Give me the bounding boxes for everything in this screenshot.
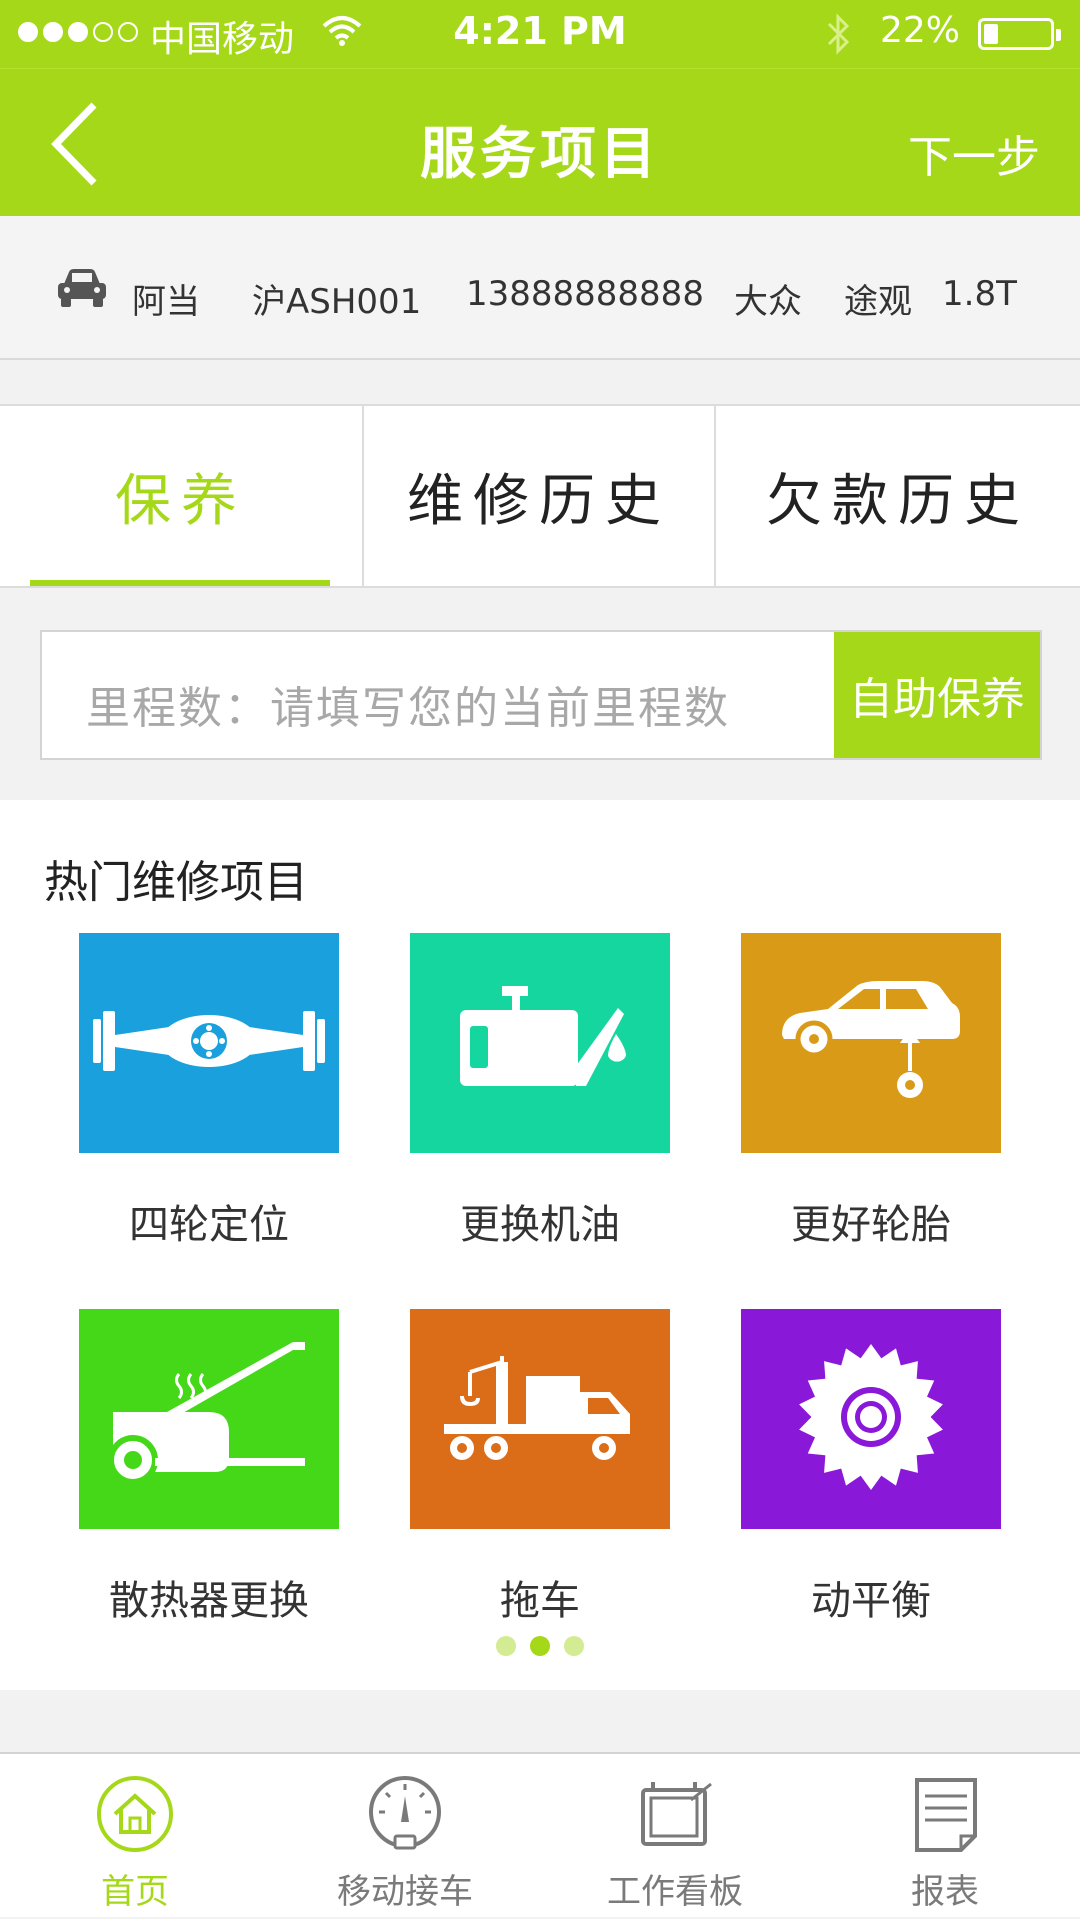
service-label: 散热器更换 (109, 1578, 309, 1624)
car-brand: 大众 (734, 282, 802, 322)
hot-repair-section: 热门维修项目 四轮定位 更换机油 更好轮胎 散热器更换 拖车 动平衡 (0, 800, 1080, 1690)
bluetooth-icon (826, 12, 852, 60)
tabbar-label: 移动接车 (337, 1872, 473, 1912)
owner-name: 阿当 (132, 282, 200, 322)
section-title: 热门维修项目 (44, 857, 308, 908)
tab-repair-history[interactable]: 维修历史 (364, 406, 714, 586)
axle-icon (89, 981, 329, 1105)
service-label: 更换机油 (460, 1202, 620, 1248)
plate-number: 沪ASH001 (252, 282, 422, 322)
radiator-icon (108, 1342, 309, 1496)
car-icon (56, 266, 108, 314)
page-indicator[interactable] (0, 1636, 1080, 1656)
service-tile-towing[interactable] (410, 1309, 670, 1529)
tabbar-label: 首页 (101, 1872, 169, 1912)
self-maintenance-button[interactable]: 自助保养 (834, 632, 1040, 758)
service-tile-wheel-alignment[interactable] (79, 933, 339, 1153)
engine-size: 1.8T (942, 274, 1017, 314)
service-tile-wheel-balance[interactable] (741, 1309, 1001, 1529)
phone-number: 13888888888 (466, 274, 704, 314)
page-dot-active[interactable] (530, 1636, 550, 1656)
tabbar-item-home[interactable]: 首页 (0, 1754, 270, 1919)
tabbar-item-work-board[interactable]: 工作看板 (540, 1754, 810, 1919)
tab-debt-history[interactable]: 欠款历史 (716, 406, 1080, 586)
service-label: 更好轮胎 (791, 1202, 951, 1248)
car-info-bar: 阿当 沪ASH001 13888888888 大众 途观 1.8T (0, 216, 1080, 360)
page-dot[interactable] (496, 1636, 516, 1656)
service-tile-tire-change[interactable] (741, 933, 1001, 1153)
service-label: 拖车 (500, 1578, 580, 1624)
page-dot[interactable] (564, 1636, 584, 1656)
bottom-tab-bar: 首页 移动接车 工作看板 报表 (0, 1752, 1080, 1917)
gauge-icon (270, 1774, 540, 1854)
tabbar-item-mobile-reception[interactable]: 移动接车 (270, 1754, 540, 1919)
board-icon (540, 1774, 810, 1854)
next-step-button[interactable]: 下一步 (908, 121, 1040, 185)
service-tile-oil-change[interactable] (410, 933, 670, 1153)
mileage-input[interactable]: 里程数：请填写您的当前里程数 (86, 672, 730, 736)
battery-percent: 22% (880, 10, 961, 51)
service-label: 四轮定位 (129, 1202, 289, 1248)
battery-icon (978, 18, 1061, 50)
home-icon (0, 1774, 270, 1854)
active-tab-indicator (30, 580, 330, 586)
status-bar: 中国移动 4:21 PM 22% (0, 0, 1080, 68)
service-label: 动平衡 (811, 1578, 931, 1624)
tab-maintenance[interactable]: 保养 (0, 406, 362, 586)
tabbar-label: 工作看板 (607, 1872, 743, 1912)
car-model: 途观 (844, 282, 912, 322)
tow-truck-icon (440, 1352, 640, 1486)
turbine-icon (796, 1342, 946, 1496)
segment-tabs: 保养 维修历史 欠款历史 (0, 404, 1080, 588)
report-icon (810, 1774, 1080, 1854)
service-tile-radiator[interactable] (79, 1309, 339, 1529)
car-tire-icon (776, 981, 966, 1105)
tabbar-label: 报表 (911, 1872, 979, 1912)
nav-bar: 服务项目 下一步 (0, 68, 1080, 217)
oil-can-icon (450, 986, 630, 1100)
tabbar-item-reports[interactable]: 报表 (810, 1754, 1080, 1919)
mileage-field[interactable]: 里程数：请填写您的当前里程数 自助保养 (40, 630, 1042, 760)
